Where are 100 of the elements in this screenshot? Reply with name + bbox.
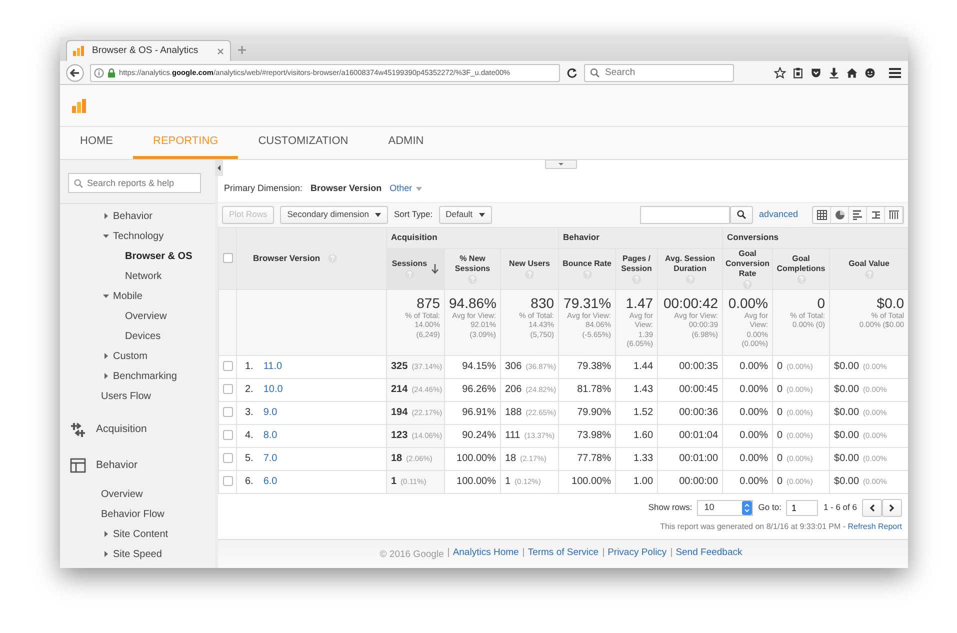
- menu-item[interactable]: Behavior: [60, 206, 215, 226]
- caret-icon: [103, 233, 109, 239]
- menu-item[interactable]: Behavior: [60, 448, 215, 484]
- search-button[interactable]: [730, 206, 753, 224]
- menu-item[interactable]: Mobile: [60, 286, 215, 306]
- caret-icon: [375, 212, 382, 216]
- browser-version-link[interactable]: 8.0: [263, 430, 278, 441]
- column-header-cell[interactable]: Goal Completions: [772, 248, 830, 289]
- column-header[interactable]: Bounce Rate: [562, 258, 612, 268]
- footer-link[interactable]: Send Feedback: [670, 548, 746, 557]
- clipboard-icon[interactable]: [792, 66, 804, 78]
- checkbox[interactable]: [223, 407, 233, 418]
- footer-link[interactable]: Analytics Home: [448, 548, 523, 557]
- dimension-dropdown[interactable]: Other: [390, 182, 422, 196]
- download-icon[interactable]: [828, 66, 840, 78]
- checkbox[interactable]: [223, 430, 233, 440]
- pocket-icon[interactable]: [810, 66, 822, 78]
- back-icon[interactable]: [66, 64, 84, 82]
- column-header[interactable]: Pages / Session: [618, 254, 656, 274]
- browser-version-link[interactable]: 7.0: [263, 453, 278, 464]
- column-header[interactable]: Avg. Session Duration: [660, 254, 720, 274]
- table-cell: 100.00%: [572, 476, 612, 487]
- search-field[interactable]: Search: [584, 64, 734, 82]
- menu-item[interactable]: Site Content: [60, 524, 215, 544]
- menu-icon[interactable]: [888, 66, 902, 78]
- advanced-link[interactable]: advanced: [758, 208, 798, 222]
- browser-version-link[interactable]: 9.0: [263, 407, 278, 418]
- column-header-cell[interactable]: Sessions: [386, 248, 444, 289]
- menu-item[interactable]: Network: [60, 266, 215, 286]
- column-header-cell[interactable]: Goal Conversion Rate: [722, 248, 773, 289]
- browser-version-link[interactable]: 11.0: [263, 361, 282, 372]
- menu-item[interactable]: Overview: [60, 484, 215, 504]
- page-range: 1 - 6 of 6: [823, 501, 857, 514]
- pie-chart-icon[interactable]: [834, 210, 844, 220]
- column-header[interactable]: % New Sessions: [447, 254, 498, 274]
- menu-item[interactable]: Overview: [60, 306, 215, 326]
- nav-tab[interactable]: HOME: [60, 127, 133, 159]
- star-icon[interactable]: [774, 66, 786, 78]
- column-header-cell[interactable]: Avg. Session Duration: [658, 248, 723, 289]
- table-cell: 325: [391, 361, 408, 372]
- table-cell: $0.00: [834, 407, 860, 418]
- sort-dropdown[interactable]: Default: [438, 206, 492, 224]
- nav-tab[interactable]: ADMIN: [368, 127, 444, 159]
- close-icon[interactable]: [217, 48, 224, 54]
- column-header[interactable]: New Users: [509, 258, 550, 268]
- menu-item[interactable]: Site Speed: [60, 544, 215, 564]
- column-header-cell[interactable]: Goal Value: [830, 248, 908, 289]
- rows-select[interactable]: 10: [697, 500, 754, 516]
- comparison-icon[interactable]: [870, 210, 880, 220]
- checkbox[interactable]: [223, 384, 233, 394]
- table-cell: 1.00: [634, 476, 654, 487]
- menu-item[interactable]: Browser & OS: [60, 246, 215, 266]
- column-header-cell[interactable]: Pages / Session: [616, 248, 658, 289]
- grid-icon[interactable]: [816, 210, 826, 220]
- browser-version-link[interactable]: 10.0: [263, 384, 283, 395]
- table-cell: 206: [505, 384, 522, 395]
- menu-item[interactable]: Benchmarking: [60, 366, 215, 386]
- table-cell: 0.00%: [740, 430, 768, 441]
- reload-icon[interactable]: [566, 66, 578, 78]
- column-header-cell[interactable]: % New Sessions: [444, 248, 500, 289]
- checkbox[interactable]: [223, 253, 233, 264]
- search-field[interactable]: Search reports & help: [68, 173, 201, 193]
- checkbox[interactable]: [223, 453, 233, 464]
- footer-link[interactable]: Terms of Service: [522, 548, 603, 557]
- column-header[interactable]: Goal Conversion Rate: [725, 249, 770, 278]
- filter-field[interactable]: [640, 206, 730, 224]
- home-icon[interactable]: [846, 66, 858, 78]
- menu-item[interactable]: Devices: [60, 326, 215, 346]
- column-header[interactable]: Goal Value: [848, 258, 890, 268]
- menu-item[interactable]: Acquisition: [60, 412, 215, 448]
- column-group-header: Conversions: [722, 227, 908, 248]
- column-header[interactable]: Goal Completions: [775, 254, 828, 274]
- pivot-icon[interactable]: [888, 210, 898, 220]
- checkbox[interactable]: [223, 476, 233, 486]
- checkbox[interactable]: [223, 361, 233, 372]
- next-button[interactable]: [882, 498, 902, 516]
- column-header-cell[interactable]: Bounce Rate: [558, 248, 616, 289]
- page-field[interactable]: 1: [786, 500, 818, 516]
- footer-link[interactable]: Privacy Policy: [602, 548, 671, 557]
- column-header-cell[interactable]: New Users: [500, 248, 559, 289]
- caret-icon: [103, 353, 109, 359]
- column-header[interactable]: Sessions: [392, 258, 428, 268]
- collapse-icon[interactable]: [215, 160, 223, 176]
- new-tab-icon[interactable]: [237, 45, 247, 55]
- refresh-link[interactable]: Refresh Report: [848, 522, 902, 530]
- secondary-dimension-dropdown[interactable]: Secondary dimension: [280, 206, 388, 224]
- browser-tab[interactable]: Browser & OS - Analytics: [66, 40, 231, 61]
- bar-chart-icon[interactable]: [852, 210, 862, 220]
- menu-item[interactable]: Users Flow: [60, 386, 215, 406]
- search-icon: [736, 210, 746, 219]
- menu-item[interactable]: Behavior Flow: [60, 504, 215, 524]
- menu-item[interactable]: Technology: [60, 226, 215, 246]
- previous-button[interactable]: [862, 498, 882, 516]
- nav-tab[interactable]: CUSTOMIZATION: [238, 127, 368, 159]
- browser-version-link[interactable]: 6.0: [263, 476, 278, 487]
- total-value: $0.0: [876, 296, 904, 311]
- menu-item[interactable]: Custom: [60, 346, 215, 366]
- smiley-icon[interactable]: [864, 66, 876, 78]
- table-cell: 1.52: [634, 407, 654, 418]
- collapse-handle-icon[interactable]: [545, 160, 577, 169]
